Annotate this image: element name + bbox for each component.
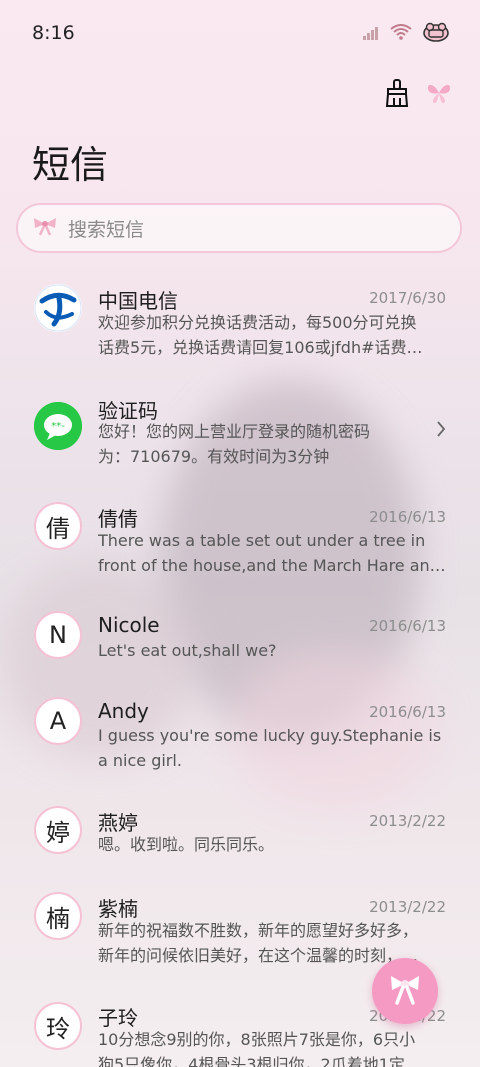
contact-avatar: A (34, 697, 82, 745)
contact-avatar: 倩 (34, 502, 82, 550)
conversation-preview: 您好！您的网上营业厅登录的随机密码 为：710679。有效时间为3分钟 (98, 419, 398, 469)
preview-line-1: 新年的祝福数不胜数，新年的愿望好多好多， (98, 921, 419, 940)
preview-line-1: 嗯。收到啦。同乐同乐。 (98, 835, 275, 854)
preview-line-1: Let's eat out,shall we? (98, 641, 277, 660)
contact-avatar: 楠 (34, 892, 82, 940)
preview-line-1: There was a table set out under a tree i… (98, 531, 426, 550)
broom-icon[interactable] (384, 78, 410, 112)
search-bar[interactable]: 搜索短信 (16, 203, 462, 253)
conversation-preview: Let's eat out,shall we? (98, 638, 446, 663)
preview-line-2: front of the house,and the March Hare an… (98, 556, 446, 575)
status-time: 8:16 (32, 22, 75, 44)
preview-line-2: 为：710679。有效时间为3分钟 (98, 447, 330, 466)
conversation-date: 2013/2/22 (369, 812, 446, 830)
bow-compose-icon (386, 970, 424, 1012)
compose-button[interactable] (372, 958, 438, 1024)
preview-line-1: I guess you're some lucky guy.Stephanie … (98, 726, 442, 745)
conversation-date: 2013/2/22 (369, 898, 446, 916)
conversation-name: Nicole (98, 613, 160, 637)
status-icons (362, 22, 450, 46)
header-actions (384, 78, 452, 112)
conversation-date: 2017/6/30 (369, 289, 446, 307)
status-bar: 8:16 (0, 0, 480, 66)
conversation-item[interactable]: **- 验证码 您好！您的网上营业厅登录的随机密码 为：710679。有效时间为… (0, 392, 480, 492)
wifi-icon (390, 24, 412, 44)
conversation-item[interactable]: A Andy 2016/6/13 I guess you're some luc… (0, 697, 480, 797)
battery-icon (422, 22, 450, 46)
preview-line-1: 您好！您的网上营业厅登录的随机密码 (98, 422, 371, 441)
conversation-name: Andy (98, 699, 149, 723)
message-bubble-avatar: **- (34, 402, 82, 450)
conversation-date: 2016/6/13 (369, 508, 446, 526)
conversation-item[interactable]: 婷 燕婷 2013/2/22 嗯。收到啦。同乐同乐。 (0, 806, 480, 906)
conversation-preview: 嗯。收到啦。同乐同乐。 (98, 832, 446, 857)
conversation-date: 2016/6/13 (369, 617, 446, 635)
butterfly-icon[interactable] (426, 81, 452, 109)
bow-icon (32, 216, 58, 240)
preview-line-2: 话费5元，兑换话费请回复106或jfdh#话费… (98, 338, 423, 357)
conversation-item[interactable]: 倩 倩倩 2016/6/13 There was a table set out… (0, 502, 480, 602)
svg-text:**-: **- (51, 421, 65, 432)
conversation-preview: 欢迎参加积分兑换话费活动，每500分可兑换 话费5元，兑换话费请回复106或jf… (98, 310, 446, 360)
china-telecom-logo (34, 284, 82, 332)
preview-line-2: a nice girl. (98, 751, 182, 770)
conversation-item[interactable]: N Nicole 2016/6/13 Let's eat out,shall w… (0, 611, 480, 711)
signal-icon (362, 25, 380, 44)
preview-line-2: 狗5只像你，4根骨头3根归你，2爪着地1定… (98, 1055, 421, 1067)
conversation-preview: I guess you're some lucky guy.Stephanie … (98, 723, 446, 773)
conversation-preview: There was a table set out under a tree i… (98, 528, 446, 578)
page-title: 短信 (32, 143, 109, 187)
conversation-item[interactable]: 中国电信 2017/6/30 欢迎参加积分兑换话费活动，每500分可兑换 话费5… (0, 280, 480, 380)
conversation-date: 2016/6/13 (369, 703, 446, 721)
contact-avatar: N (34, 611, 82, 659)
preview-line-1: 10分想念9别的你，8张照片7张是你，6只小 (98, 1030, 416, 1049)
preview-line-1: 欢迎参加积分兑换话费活动，每500分可兑换 (98, 313, 417, 332)
chevron-right-icon[interactable] (436, 420, 446, 442)
contact-avatar: 婷 (34, 806, 82, 854)
conversation-preview: 10分想念9别的你，8张照片7张是你，6只小 狗5只像你，4根骨头3根归你，2爪… (98, 1027, 446, 1067)
search-input[interactable]: 搜索短信 (68, 215, 144, 242)
contact-avatar: 玲 (34, 1002, 82, 1050)
